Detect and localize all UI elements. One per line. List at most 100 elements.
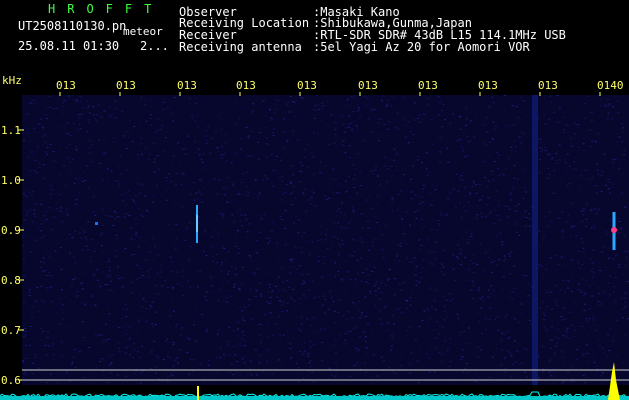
noise-speckle <box>546 306 549 308</box>
noise-speckle <box>491 356 494 358</box>
noise-speckle <box>154 311 157 313</box>
noise-speckle <box>456 173 458 175</box>
noise-speckle <box>189 358 192 360</box>
noise-speckle <box>558 330 561 332</box>
noise-speckle <box>600 375 603 377</box>
noise-speckle <box>182 173 185 175</box>
noise-speckle <box>220 317 223 318</box>
noise-speckle <box>152 195 155 197</box>
noise-speckle <box>40 118 42 120</box>
noise-speckle <box>481 296 484 298</box>
noise-speckle <box>416 159 419 161</box>
noise-speckle <box>334 344 337 346</box>
noise-speckle <box>433 300 436 302</box>
noise-speckle <box>612 106 615 108</box>
noise-speckle <box>588 178 591 180</box>
noise-speckle <box>513 340 516 342</box>
noise-speckle <box>82 107 85 109</box>
noise-speckle <box>271 221 274 223</box>
noise-speckle <box>82 337 85 338</box>
noise-speckle <box>504 371 507 373</box>
noise-speckle <box>465 118 468 120</box>
noise-speckle <box>57 297 60 299</box>
noise-speckle <box>249 288 252 290</box>
noise-speckle <box>357 107 360 109</box>
noise-speckle <box>396 169 399 171</box>
noise-speckle <box>359 237 362 239</box>
noise-speckle <box>99 234 102 236</box>
noise-speckle <box>435 290 438 292</box>
noise-speckle <box>282 301 285 303</box>
noise-speckle <box>51 359 54 361</box>
noise-speckle <box>440 137 443 139</box>
noise-speckle <box>217 299 220 301</box>
noise-speckle <box>444 340 447 342</box>
noise-speckle <box>444 177 447 179</box>
noise-speckle <box>427 175 430 177</box>
x-tick-label: 013 <box>297 79 317 92</box>
noise-speckle <box>329 370 332 372</box>
noise-speckle <box>59 194 62 196</box>
noise-speckle <box>363 337 366 339</box>
noise-speckle <box>439 162 442 164</box>
noise-speckle <box>526 349 528 351</box>
noise-speckle <box>351 128 354 130</box>
noise-speckle <box>211 138 214 139</box>
noise-speckle <box>24 345 27 347</box>
noise-speckle <box>621 127 624 129</box>
noise-speckle <box>60 268 63 270</box>
noise-speckle <box>320 328 323 330</box>
noise-speckle <box>259 334 262 336</box>
noise-speckle <box>181 172 184 174</box>
noise-speckle <box>469 140 472 142</box>
noise-speckle <box>303 232 306 233</box>
noise-speckle <box>237 335 240 337</box>
noise-speckle <box>359 115 362 117</box>
noise-speckle <box>260 295 263 297</box>
noise-speckle <box>372 354 375 356</box>
noise-speckle <box>353 187 356 188</box>
noise-speckle <box>468 327 470 329</box>
noise-speckle <box>447 224 450 226</box>
noise-speckle <box>277 327 280 329</box>
noise-speckle <box>618 136 621 138</box>
noise-speckle <box>500 244 503 246</box>
noise-speckle <box>173 242 176 244</box>
noise-speckle <box>494 125 497 127</box>
noise-speckle <box>546 331 549 333</box>
noise-speckle <box>616 319 619 321</box>
noise-speckle <box>607 282 610 284</box>
noise-speckle <box>319 330 322 332</box>
noise-speckle <box>48 207 51 209</box>
noise-speckle <box>34 160 37 162</box>
noise-speckle <box>226 297 229 299</box>
noise-speckle <box>302 354 305 355</box>
noise-speckle <box>581 264 584 265</box>
interference-band <box>532 95 538 385</box>
noise-speckle <box>209 275 212 277</box>
noise-speckle <box>227 341 230 343</box>
noise-speckle <box>172 286 175 288</box>
noise-speckle <box>323 328 326 330</box>
noise-speckle <box>579 268 582 270</box>
noise-speckle <box>281 218 284 220</box>
noise-speckle <box>400 357 402 359</box>
noise-speckle <box>108 114 111 116</box>
noise-speckle <box>361 272 364 273</box>
noise-speckle <box>67 157 70 159</box>
noise-speckle <box>260 217 263 219</box>
noise-speckle <box>232 183 234 185</box>
noise-speckle <box>487 296 490 298</box>
noise-speckle <box>52 343 55 345</box>
noise-speckle <box>107 207 110 209</box>
noise-speckle <box>353 95 356 97</box>
noise-speckle <box>419 349 422 351</box>
noise-speckle <box>560 349 563 351</box>
noise-speckle <box>304 188 307 190</box>
noise-speckle <box>580 291 583 293</box>
noise-speckle <box>197 148 200 150</box>
noise-speckle <box>321 360 323 362</box>
noise-speckle <box>222 216 225 218</box>
noise-speckle <box>390 166 393 167</box>
noise-speckle <box>114 117 117 119</box>
